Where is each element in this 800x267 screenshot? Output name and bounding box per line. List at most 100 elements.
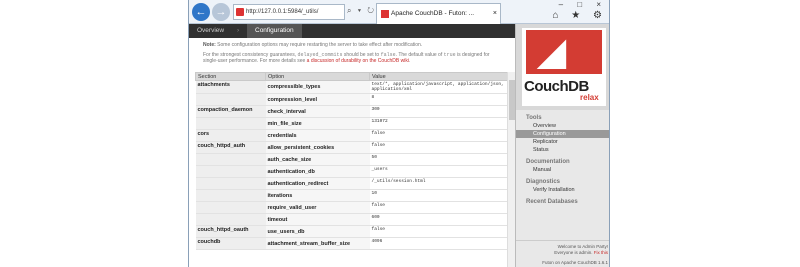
table-row: cors credentials false: [195, 129, 513, 142]
config-option-cell[interactable]: authentication_redirect: [265, 177, 370, 190]
back-arrow-icon[interactable]: ←: [192, 3, 210, 21]
config-section-cell: [195, 153, 266, 166]
column-header-section: Section: [195, 72, 266, 81]
fix-this-link[interactable]: Fix this: [594, 250, 608, 255]
config-section-cell: couchdb: [195, 237, 266, 250]
table-row: authentication_redirect/_utils/session.h…: [195, 177, 513, 190]
config-section-cell: [195, 201, 266, 214]
tools-heading: Tools: [526, 115, 542, 121]
config-value-cell[interactable]: 131072: [369, 117, 513, 130]
sidebar-item-manual[interactable]: Manual: [516, 166, 609, 174]
config-section-cell: attachments: [195, 80, 266, 94]
config-option-cell[interactable]: check_interval: [265, 105, 370, 118]
vertical-scrollbar[interactable]: [507, 72, 515, 267]
tab-title: Apache CouchDB - Futon: ...: [391, 10, 475, 17]
sidebar-nav: Tools Overview Configuration Replicator …: [516, 114, 609, 206]
config-table: Section Option Value attachments compress…: [195, 72, 513, 250]
sidebar-item-status[interactable]: Status: [516, 146, 609, 154]
recent-databases-heading: Recent Databases: [526, 199, 578, 205]
forward-arrow-icon[interactable]: →: [212, 3, 230, 21]
config-option-cell[interactable]: min_file_size: [265, 117, 370, 130]
durability-wiki-link[interactable]: a discussion of durability on the CouchD…: [307, 58, 409, 64]
config-value-cell[interactable]: /_utils/session.html: [369, 177, 513, 190]
table-row: authentication_db _users: [195, 165, 513, 178]
couchdb-favicon-icon: [236, 8, 244, 16]
browser-window: ← → http://127.0.0.1:5984/_utils/ ⌕ ▾ ↻ …: [188, 0, 610, 267]
config-option-cell[interactable]: require_valid_user: [265, 201, 370, 214]
config-section-cell: [195, 93, 266, 106]
config-value-cell[interactable]: 50: [369, 153, 513, 166]
table-row: iterations 10: [195, 189, 513, 202]
admin-status: Everyone is admin. Fix this: [554, 250, 608, 255]
table-row: attachments compressible_types text/*, app…: [195, 80, 513, 94]
config-section-cell: cors: [195, 129, 266, 142]
config-option-cell[interactable]: compression_level: [265, 93, 370, 106]
table-row: require_valid_user false: [195, 201, 513, 214]
breadcrumb-overview[interactable]: Overview: [197, 24, 224, 38]
table-row: couchdb attachment_stream_buffer_size 4096: [195, 237, 513, 250]
futon-page: Overview › Configuration Note: Some conf…: [189, 24, 609, 267]
table-row: couch_httpd_auth allow_persistent_cookies…: [195, 141, 513, 154]
config-value-cell[interactable]: 600: [369, 213, 513, 226]
sidebar-item-overview[interactable]: Overview: [516, 122, 609, 130]
config-option-cell[interactable]: compressible_types: [265, 80, 370, 94]
table-row: compaction_daemon check_interval 300: [195, 105, 513, 118]
config-option-cell[interactable]: credentials: [265, 129, 370, 142]
restart-note: Note: Some configuration options may req…: [203, 42, 423, 48]
futon-version: Futon on Apache CouchDB 1.6.1: [542, 260, 608, 265]
browser-chrome: ← → http://127.0.0.1:5984/_utils/ ⌕ ▾ ↻ …: [189, 0, 609, 24]
config-option-cell[interactable]: authentication_db: [265, 165, 370, 178]
table-row: couch_httpd_oauth use_users_db false: [195, 225, 513, 238]
config-option-cell[interactable]: use_users_db: [265, 225, 370, 238]
couchdb-logo[interactable]: ◢ CouchDB relax: [516, 24, 609, 110]
config-section-cell: [195, 165, 266, 178]
consistency-note: For the strongest consistency guarantees…: [203, 51, 490, 65]
browser-tool-icons[interactable]: ⌂ ★ ⚙: [552, 10, 607, 21]
config-option-cell[interactable]: timeout: [265, 213, 370, 226]
config-value-cell[interactable]: 10: [369, 189, 513, 202]
config-section-cell: [195, 189, 266, 202]
breadcrumb: Overview › Configuration: [189, 24, 515, 38]
sidebar-item-verify-installation[interactable]: Verify Installation: [516, 186, 609, 194]
couch-glyph-icon: ◢: [538, 31, 566, 72]
config-section-cell: [195, 177, 266, 190]
config-value-cell[interactable]: 4096: [369, 237, 513, 250]
config-value-cell[interactable]: false: [369, 225, 513, 238]
sidebar: ◢ CouchDB relax Tools Overview Configura…: [515, 24, 609, 267]
config-section-cell: [195, 213, 266, 226]
config-option-cell[interactable]: allow_persistent_cookies: [265, 141, 370, 154]
config-section-cell: couch_httpd_oauth: [195, 225, 266, 238]
config-value-cell[interactable]: text/*, application/javascript, applicat…: [369, 80, 513, 94]
column-header-value: Value: [369, 72, 513, 81]
config-value-cell[interactable]: _users: [369, 165, 513, 178]
tab-favicon-icon: [381, 10, 389, 18]
table-row: timeout 600: [195, 213, 513, 226]
table-row: compression_level 8: [195, 93, 513, 106]
config-value-cell[interactable]: false: [369, 129, 513, 142]
config-option-cell[interactable]: attachment_stream_buffer_size: [265, 237, 370, 250]
window-controls[interactable]: – □ ×: [559, 0, 607, 9]
config-option-cell[interactable]: iterations: [265, 189, 370, 202]
tab-close-icon[interactable]: ×: [493, 4, 497, 24]
config-value-cell[interactable]: 300: [369, 105, 513, 118]
table-row: min_file_size 131072: [195, 117, 513, 130]
address-bar[interactable]: http://127.0.0.1:5984/_utils/: [233, 4, 345, 20]
sidebar-item-configuration[interactable]: Configuration: [516, 130, 609, 138]
config-section-cell: compaction_daemon: [195, 105, 266, 118]
config-value-cell[interactable]: 8: [369, 93, 513, 106]
logo-tagline: relax: [580, 93, 599, 102]
sidebar-footer: Welcome to Admin Party! Everyone is admi…: [516, 240, 609, 267]
documentation-heading: Documentation: [526, 159, 570, 165]
main-panel: Overview › Configuration Note: Some conf…: [189, 24, 515, 267]
table-row: auth_cache_size 50: [195, 153, 513, 166]
browser-tab[interactable]: Apache CouchDB - Futon: ... ×: [376, 3, 501, 24]
address-bar-icons[interactable]: ⌕ ▾ ↻: [347, 6, 376, 16]
config-value-cell[interactable]: false: [369, 141, 513, 154]
breadcrumb-separator: ›: [237, 27, 240, 34]
config-value-cell[interactable]: false: [369, 201, 513, 214]
sidebar-item-replicator[interactable]: Replicator: [516, 138, 609, 146]
config-section-cell: [195, 117, 266, 130]
config-option-cell[interactable]: auth_cache_size: [265, 153, 370, 166]
breadcrumb-current: Configuration: [247, 24, 302, 38]
diagnostics-heading: Diagnostics: [526, 179, 561, 185]
